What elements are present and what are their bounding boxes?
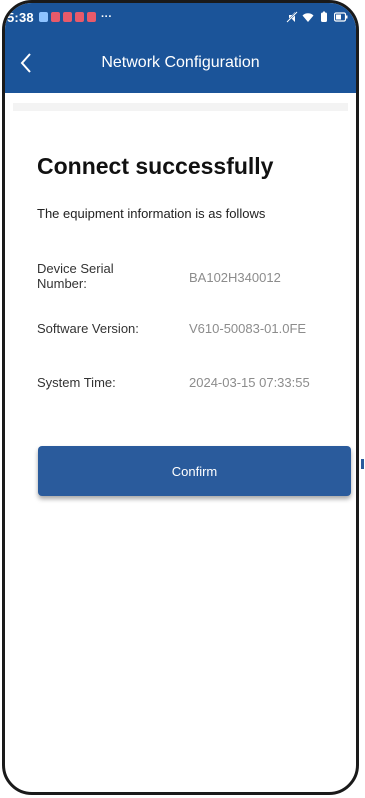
status-time: 5:38 <box>7 10 34 25</box>
notification-icon <box>51 12 60 22</box>
notification-icon <box>39 12 48 22</box>
battery-icon <box>334 12 348 22</box>
system-time-label: System Time: <box>37 375 116 390</box>
battery-saver-icon <box>321 11 327 22</box>
status-icons <box>286 11 348 23</box>
notification-icon <box>75 12 84 22</box>
notification-icons: ··· <box>39 11 112 23</box>
header-bar: Network Configuration <box>5 33 356 93</box>
notification-overflow: ··· <box>101 11 112 23</box>
phone-frame: 5:38 ··· Network Configuration Connect s… <box>2 0 359 795</box>
confirm-button[interactable]: Confirm <box>38 446 351 496</box>
divider <box>13 103 348 111</box>
success-heading: Connect successfully <box>37 153 274 179</box>
system-time-value: 2024-03-15 07:33:55 <box>189 375 310 390</box>
confirm-button-label: Confirm <box>171 463 218 479</box>
notification-icon <box>63 12 72 22</box>
serial-number-value: BA102H340012 <box>189 270 281 285</box>
page-title: Network Configuration <box>101 54 260 71</box>
status-bar: 5:38 ··· <box>5 3 356 33</box>
software-version-value: V610-50083-01.0FE <box>189 321 307 336</box>
serial-number-label: Device Serial Number: <box>37 261 114 291</box>
wifi-icon <box>302 13 314 22</box>
notification-icon <box>87 12 96 22</box>
mute-icon <box>286 11 298 23</box>
info-subtitle: The equipment information is as follows <box>37 206 266 221</box>
software-version-label: Software Version: <box>37 321 139 336</box>
edge-mark <box>361 459 364 469</box>
